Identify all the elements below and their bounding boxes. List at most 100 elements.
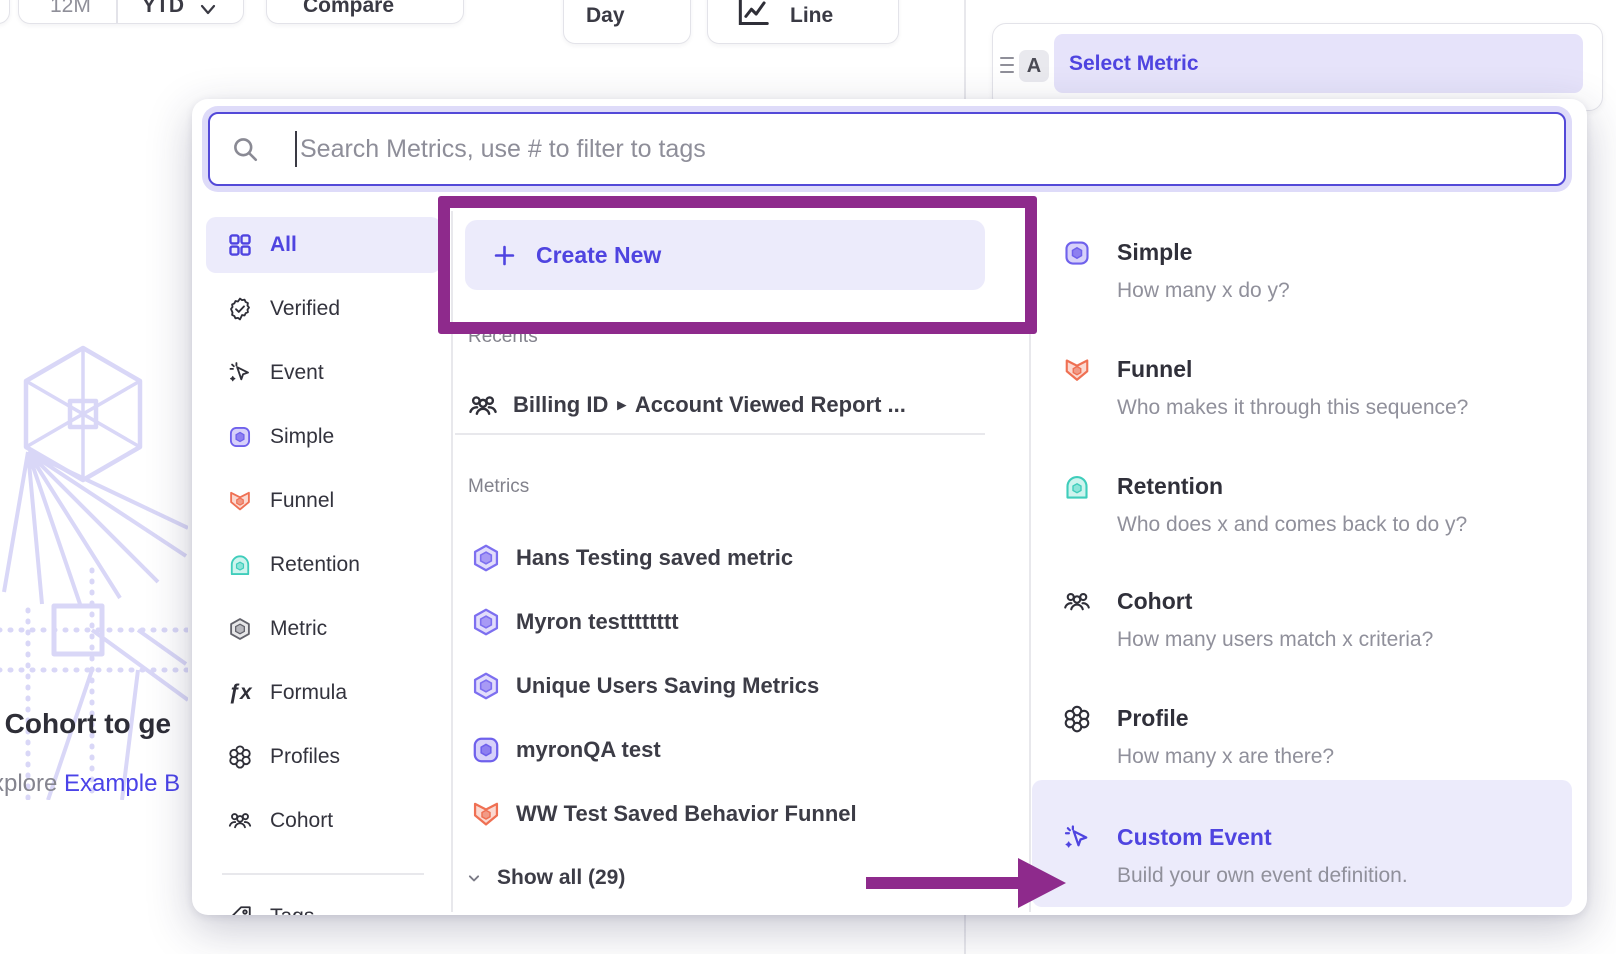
type-description: How many users match x criteria? (1117, 627, 1433, 653)
type-description: Who does x and comes back to do y? (1117, 512, 1467, 538)
metric-list-item[interactable]: Unique Users Saving Metrics (470, 668, 819, 704)
saved-metric-hexagon-icon (470, 670, 502, 702)
select-metric-field[interactable]: Select Metric (1054, 34, 1583, 93)
chevron-down-icon (464, 868, 484, 888)
event-cursor-icon (227, 360, 253, 386)
verified-badge-icon (227, 296, 253, 322)
simple-metric-icon (227, 424, 253, 450)
sidebar-item-profiles[interactable]: Profiles (206, 729, 441, 785)
type-funnel[interactable]: Funnel Who makes it through this sequenc… (1062, 355, 1567, 421)
grid-icon (227, 232, 253, 258)
sidebar-item-simple[interactable]: Simple (206, 409, 441, 465)
profiles-cluster-icon (227, 744, 253, 770)
sidebar-label: Verified (270, 297, 340, 321)
type-description: Build your own event definition. (1117, 863, 1408, 889)
saved-metric-hexagon-icon (470, 542, 502, 574)
sidebar-label: Retention (270, 553, 360, 577)
recent-item[interactable]: Billing ID ▸ Account Viewed Report ... (467, 387, 906, 423)
metric-row-card: A Select Metric (992, 23, 1603, 111)
type-description: Who makes it through this sequence? (1117, 395, 1468, 421)
sidebar-label: Metric (270, 617, 327, 641)
chart-type-line-button[interactable]: Line (707, 0, 899, 44)
app-canvas: 12M YTD Compare Day Line (0, 0, 1616, 954)
metric-list-item[interactable]: Hans Testing saved metric (470, 540, 793, 576)
sidebar-label: Cohort (270, 809, 333, 833)
funnel-icon (470, 798, 502, 830)
retention-icon (1062, 472, 1092, 502)
search-placeholder: Search Metrics, use # to filter to tags (300, 135, 706, 164)
recent-item-secondary: Account Viewed Report ... (635, 392, 906, 418)
type-custom-event[interactable]: Custom Event Build your own event defini… (1062, 823, 1567, 889)
sidebar-item-verified[interactable]: Verified (206, 281, 441, 337)
empty-state-subline: xplore Example B (0, 770, 180, 798)
annotation-rectangle (438, 196, 1037, 334)
cohort-people-icon (467, 389, 499, 421)
explore-text: xplore (0, 770, 64, 797)
sidebar-label: Tags (270, 905, 314, 915)
cohort-people-icon (1062, 587, 1092, 617)
sidebar-item-cohort[interactable]: Cohort (206, 793, 441, 849)
cohort-people-icon (227, 808, 253, 834)
custom-event-cursor-icon (1062, 823, 1092, 853)
search-icon (230, 134, 260, 164)
sidebar-item-metric[interactable]: Metric (206, 601, 441, 657)
sidebar-label: Event (270, 361, 324, 385)
simple-metric-icon (470, 734, 502, 766)
profiles-cluster-icon (1062, 704, 1092, 734)
breadcrumb-arrow: ▸ (617, 395, 626, 415)
recents-divider (455, 433, 985, 435)
type-title: Retention (1117, 472, 1467, 500)
show-all-toggle[interactable]: Show all (29) (464, 862, 625, 894)
sidebar-divider (222, 873, 424, 875)
funnel-icon (1062, 355, 1092, 385)
toolbar-button-fragment[interactable] (0, 0, 10, 24)
sidebar-item-retention[interactable]: Retention (206, 537, 441, 593)
compare-button[interactable]: Compare (266, 0, 464, 24)
range-ytd-button[interactable]: YTD (142, 0, 184, 18)
type-profile[interactable]: Profile How many x are there? (1062, 704, 1567, 770)
metric-item-label: Unique Users Saving Metrics (516, 673, 819, 699)
group-divider (116, 0, 118, 23)
recent-item-primary: Billing ID (513, 392, 608, 418)
saved-metric-hexagon-icon (470, 606, 502, 638)
metrics-section-label: Metrics (468, 476, 529, 498)
date-range-group[interactable]: 12M YTD (18, 0, 244, 24)
metric-item-label: Hans Testing saved metric (516, 545, 793, 571)
row-letter-badge[interactable]: A (1019, 50, 1049, 82)
metric-list-item[interactable]: WW Test Saved Behavior Funnel (470, 796, 857, 832)
example-link[interactable]: Example B (64, 770, 180, 797)
drag-handle-icon[interactable] (1000, 57, 1014, 73)
type-title: Simple (1117, 238, 1290, 266)
sidebar-item-funnel[interactable]: Funnel (206, 473, 441, 529)
metric-item-label: WW Test Saved Behavior Funnel (516, 801, 857, 827)
type-simple[interactable]: Simple How many x do y? (1062, 238, 1567, 304)
sidebar-item-formula[interactable]: ƒx Formula (206, 665, 441, 721)
sidebar-item-event[interactable]: Event (206, 345, 441, 401)
type-description: How many x do y? (1117, 278, 1290, 304)
type-title: Cohort (1117, 587, 1433, 615)
sidebar-label: All (270, 233, 297, 257)
sidebar-label: Simple (270, 425, 334, 449)
granularity-day-button[interactable]: Day (563, 0, 691, 44)
type-title: Custom Event (1117, 823, 1408, 851)
empty-state-headline: r Cohort to ge (0, 708, 171, 740)
metric-list-item[interactable]: Myron testttttttt (470, 604, 679, 640)
type-title: Profile (1117, 704, 1334, 732)
range-12m-button[interactable]: 12M (50, 0, 91, 18)
line-chart-icon (734, 0, 772, 33)
annotation-arrow (860, 850, 1072, 916)
text-cursor (295, 131, 297, 167)
metric-list-item[interactable]: myronQA test (470, 732, 661, 768)
sidebar-item-tags[interactable]: Tags (206, 889, 441, 915)
sidebar-label: Profiles (270, 745, 340, 769)
type-retention[interactable]: Retention Who does x and comes back to d… (1062, 472, 1567, 538)
type-title: Funnel (1117, 355, 1468, 383)
metric-item-label: Myron testttttttt (516, 609, 679, 635)
search-input[interactable]: Search Metrics, use # to filter to tags (208, 112, 1566, 186)
funnel-icon (227, 488, 253, 514)
sidebar-item-all[interactable]: All (206, 217, 441, 273)
simple-metric-icon (1062, 238, 1092, 268)
formula-icon: ƒx (227, 680, 253, 706)
type-cohort[interactable]: Cohort How many users match x criteria? (1062, 587, 1567, 653)
chevron-down-icon (199, 4, 217, 16)
